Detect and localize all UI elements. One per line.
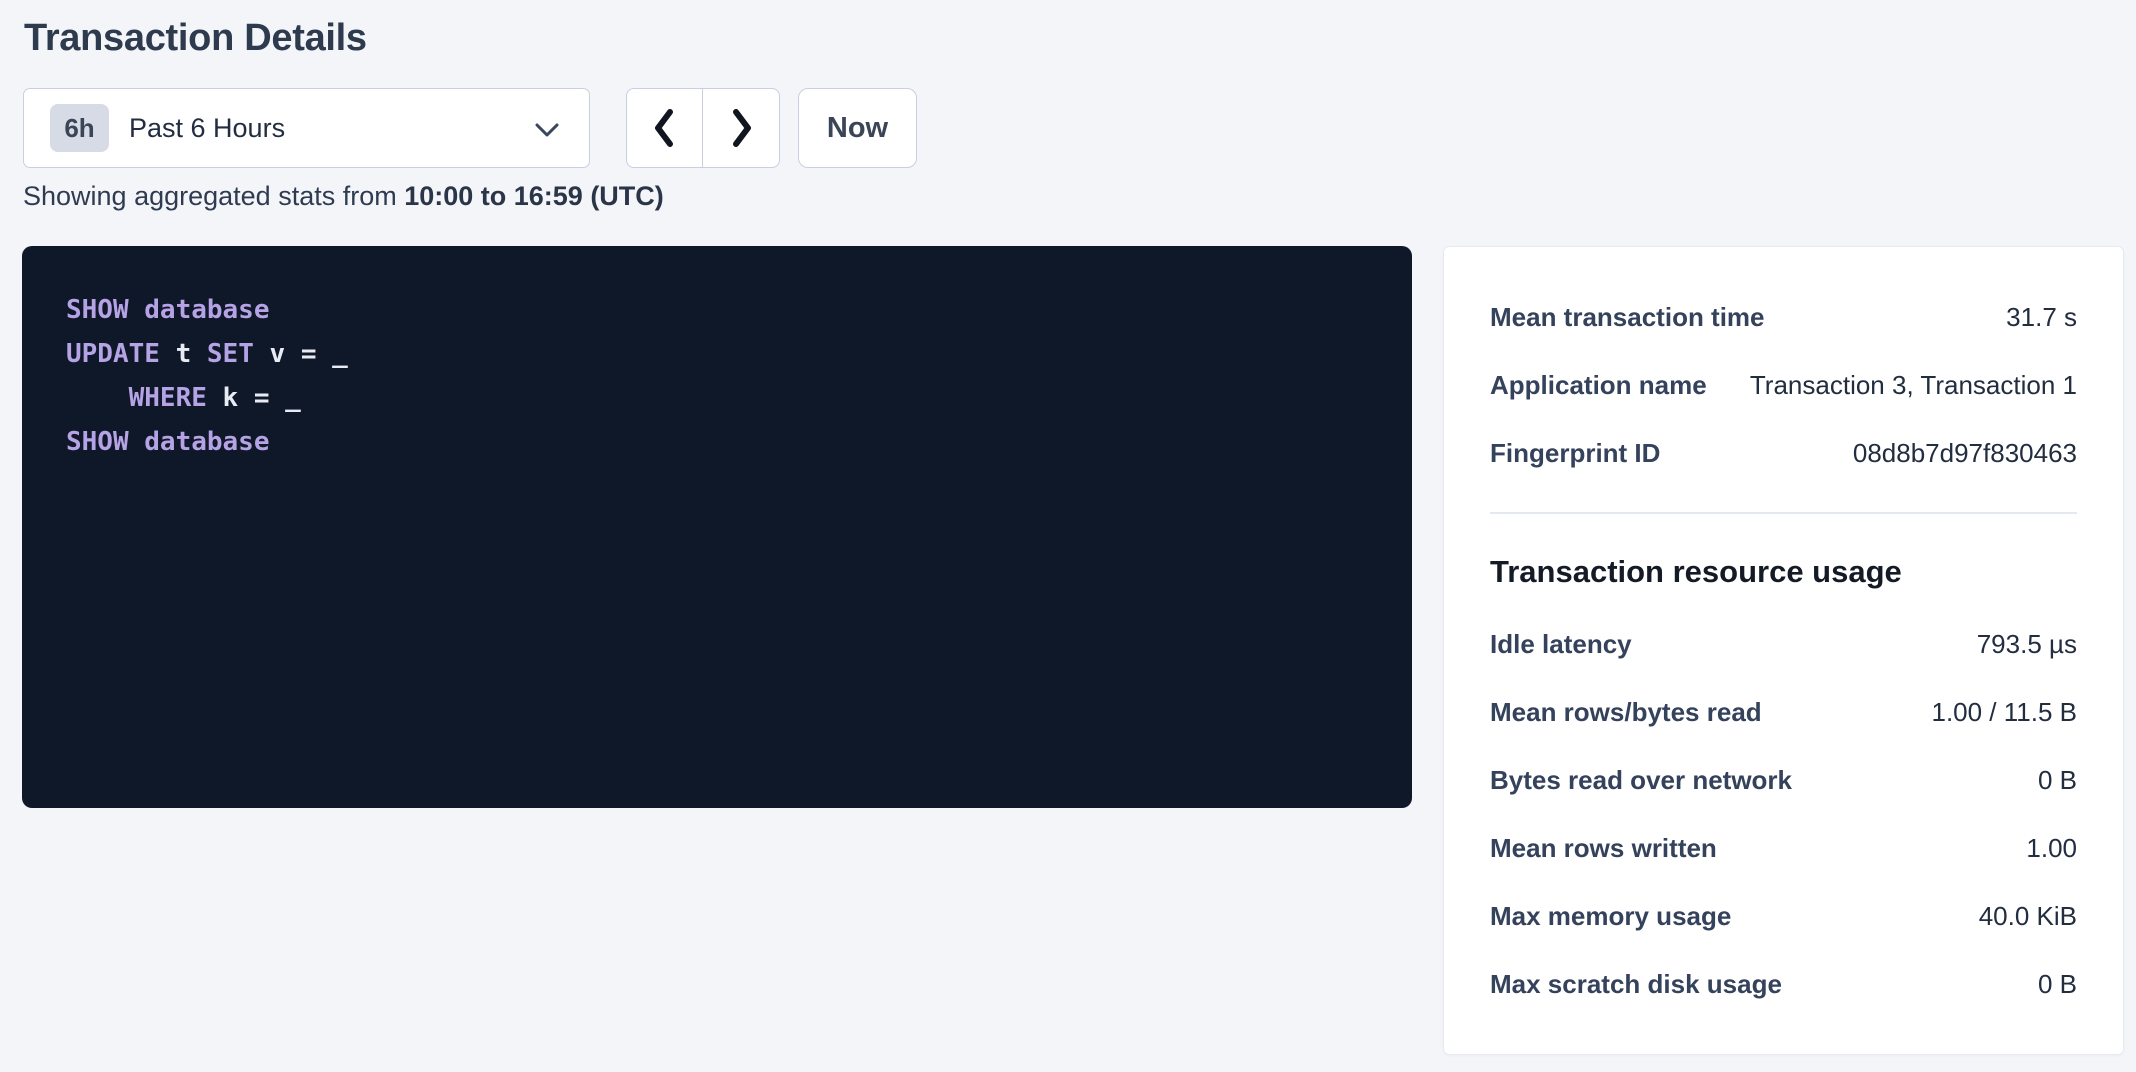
aggregated-stats-caption: Showing aggregated stats from 10:00 to 1…	[23, 180, 664, 212]
card-divider	[1490, 512, 2077, 514]
sql-line: UPDATE t SET v = _	[66, 332, 1368, 376]
stat-label: Application name	[1490, 370, 1707, 401]
stat-value: 1.00	[2026, 833, 2077, 864]
stat-value: 40.0 KiB	[1979, 901, 2077, 932]
time-range-pager	[626, 88, 780, 168]
stat-value: Transaction 3, Transaction 1	[1750, 370, 2077, 401]
summary-rows: Mean transaction time 31.7 s Application…	[1490, 283, 2077, 487]
stat-row-idle-latency: Idle latency 793.5 µs	[1490, 610, 2077, 678]
stat-row-fingerprint-id: Fingerprint ID 08d8b7d97f830463	[1490, 419, 2077, 487]
stat-label: Mean transaction time	[1490, 302, 1765, 333]
now-button[interactable]: Now	[798, 88, 917, 168]
stat-value: 0 B	[2038, 969, 2077, 1000]
stat-label: Mean rows written	[1490, 833, 1717, 864]
stat-row-bytes-read-over-network: Bytes read over network 0 B	[1490, 746, 2077, 814]
aggregated-stats-range: 10:00 to 16:59 (UTC)	[404, 181, 664, 211]
resource-rows: Idle latency 793.5 µs Mean rows/bytes re…	[1490, 610, 2077, 1018]
stat-label: Bytes read over network	[1490, 765, 1792, 796]
stat-row-max-scratch-disk-usage: Max scratch disk usage 0 B	[1490, 950, 2077, 1018]
stat-value: 1.00 / 11.5 B	[1931, 697, 2077, 728]
chevron-right-icon	[725, 104, 757, 152]
prev-range-button[interactable]	[626, 88, 703, 168]
stat-row-mean-transaction-time: Mean transaction time 31.7 s	[1490, 283, 2077, 351]
page-title: Transaction Details	[24, 14, 367, 62]
aggregated-stats-prefix: Showing aggregated stats from	[23, 181, 404, 211]
stat-value: 31.7 s	[2006, 302, 2077, 333]
sql-line: SHOW database	[66, 420, 1368, 464]
time-range-picker[interactable]: 6h Past 6 Hours	[23, 88, 590, 168]
resource-usage-heading: Transaction resource usage	[1490, 552, 2077, 592]
stat-label: Fingerprint ID	[1490, 438, 1660, 469]
time-range-label: Past 6 Hours	[129, 113, 285, 144]
stat-label: Idle latency	[1490, 629, 1632, 660]
stat-row-max-memory-usage: Max memory usage 40.0 KiB	[1490, 882, 2077, 950]
stat-label: Max scratch disk usage	[1490, 969, 1782, 1000]
time-range-badge: 6h	[50, 104, 109, 152]
stat-row-mean-rows-written: Mean rows written 1.00	[1490, 814, 2077, 882]
stat-row-mean-rows-bytes-read: Mean rows/bytes read 1.00 / 11.5 B	[1490, 678, 2077, 746]
sql-code: SHOW databaseUPDATE t SET v = _ WHERE k …	[66, 288, 1368, 464]
stat-value: 08d8b7d97f830463	[1853, 438, 2077, 469]
stat-label: Max memory usage	[1490, 901, 1731, 932]
transaction-summary-card: Mean transaction time 31.7 s Application…	[1443, 246, 2124, 1055]
chevron-left-icon	[649, 104, 681, 152]
stat-row-application-name: Application name Transaction 3, Transact…	[1490, 351, 2077, 419]
sql-statement-box: SHOW databaseUPDATE t SET v = _ WHERE k …	[22, 246, 1412, 808]
transaction-details-page: Transaction Details 6h Past 6 Hours Now …	[0, 0, 2136, 1072]
sql-line: SHOW database	[66, 288, 1368, 332]
sql-line: WHERE k = _	[66, 376, 1368, 420]
stat-value: 793.5 µs	[1977, 629, 2077, 660]
stat-value: 0 B	[2038, 765, 2077, 796]
chevron-down-icon	[533, 121, 561, 139]
next-range-button[interactable]	[703, 88, 780, 168]
stat-label: Mean rows/bytes read	[1490, 697, 1762, 728]
